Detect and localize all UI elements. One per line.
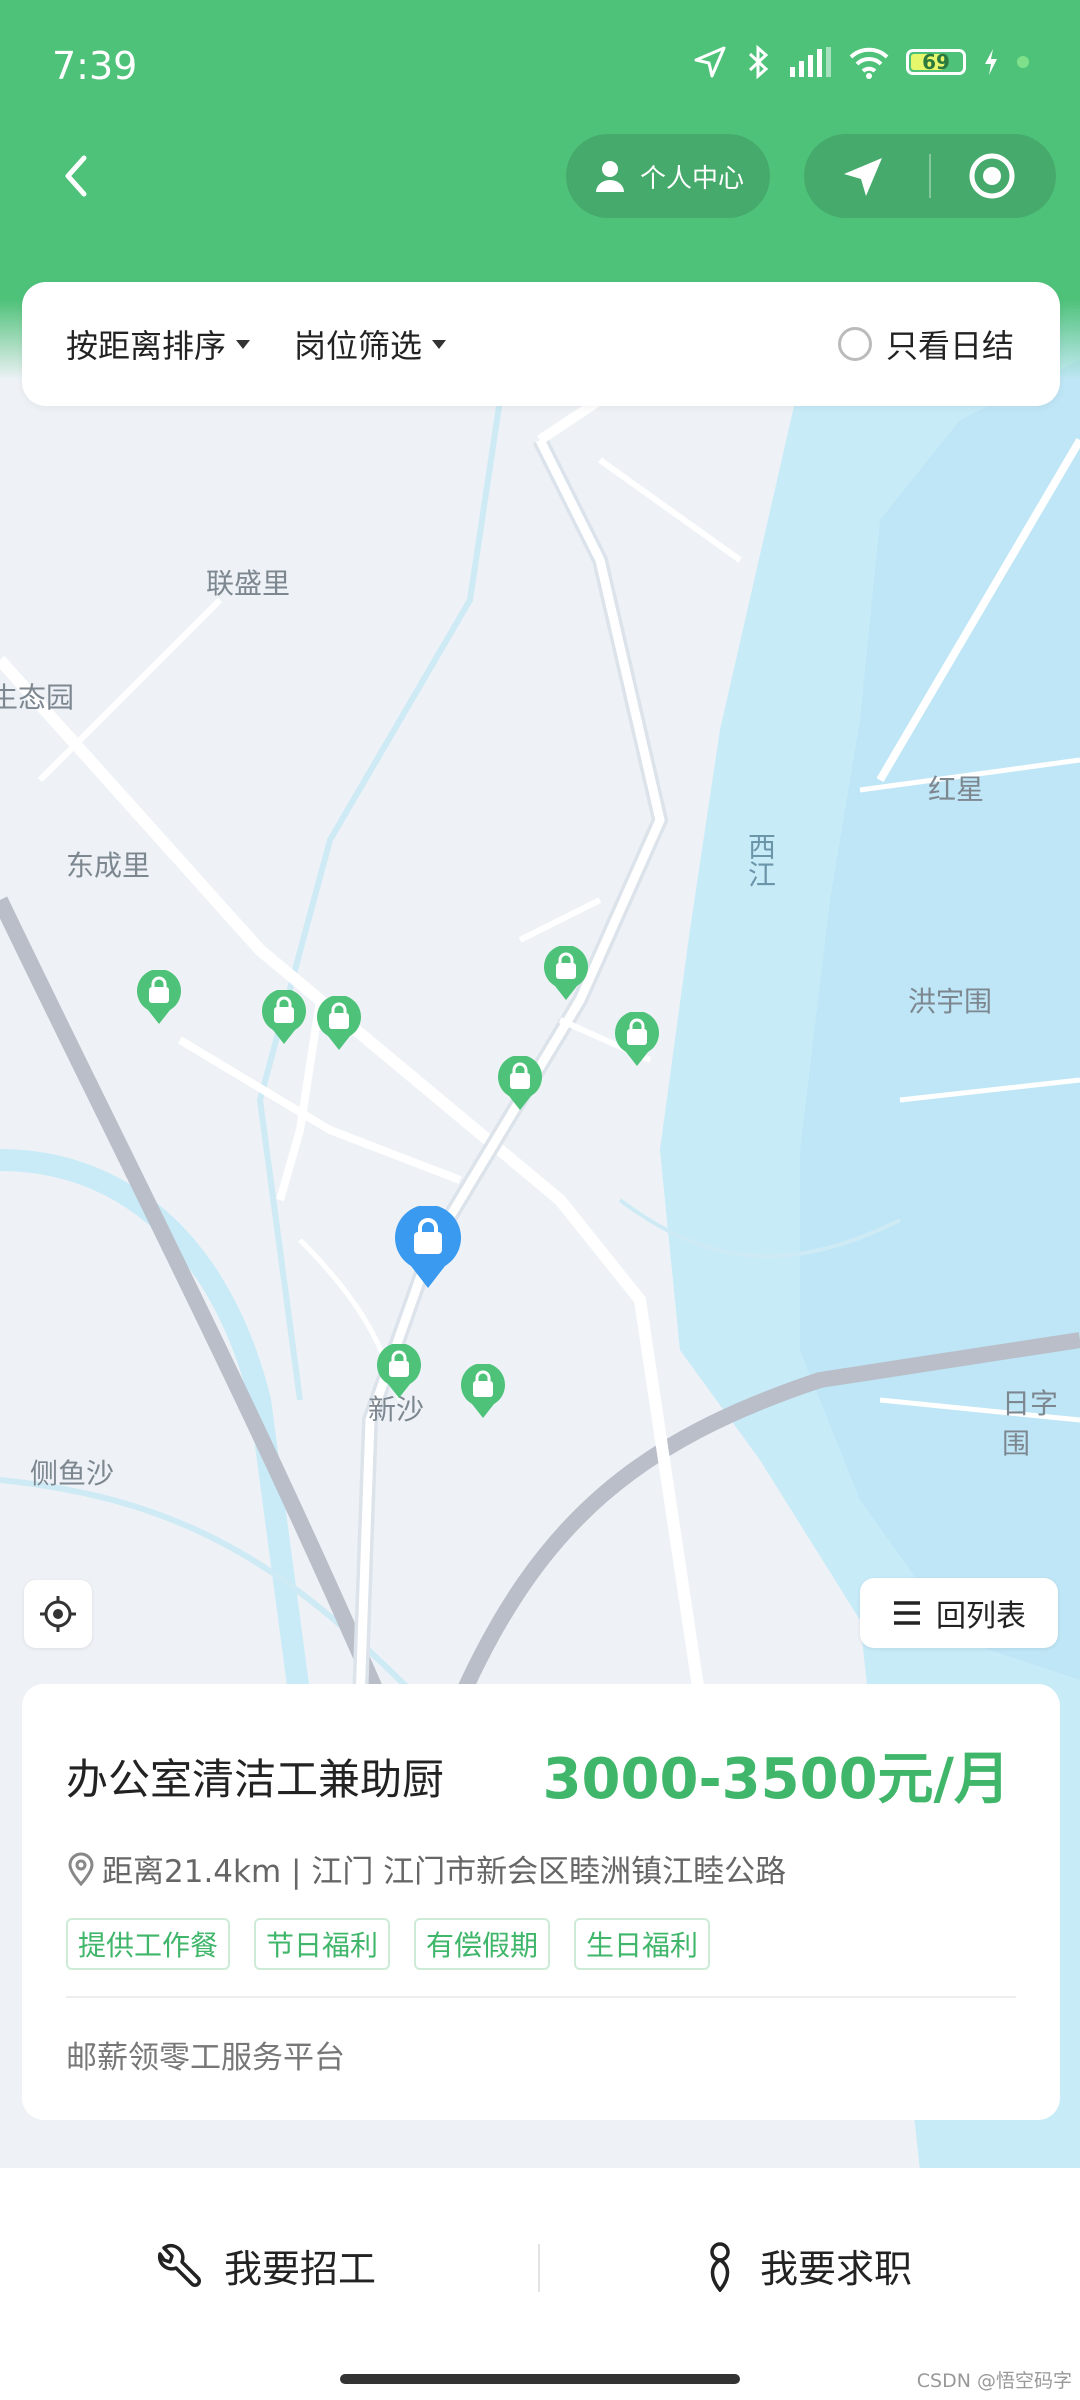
recruit-label: 我要招工 [224, 2247, 377, 2291]
person-icon [710, 2241, 730, 2292]
location-status-icon [694, 46, 726, 78]
map-place-label: 联盛里 [206, 567, 291, 600]
back-button[interactable] [58, 150, 94, 206]
battery-icon: 69 [906, 49, 966, 75]
job-salary: 3000-3500元/月 [542, 1747, 1010, 1812]
bluetooth-icon [748, 44, 769, 80]
map-place-label: 日字围 [1002, 1387, 1059, 1460]
chevron-left-icon [65, 155, 87, 197]
job-pin-icon[interactable] [543, 944, 589, 1006]
watermark: CSDN @悟空码字 [916, 2370, 1072, 2392]
job-platform: 邮薪领零工服务平台 [66, 2040, 345, 2076]
wrench-icon [157, 2243, 201, 2287]
map-place-label: 侧鱼沙 [30, 1457, 115, 1490]
crosshair-icon [40, 1596, 76, 1632]
map-place-label: 洪宇围 [908, 985, 993, 1018]
caret-down-icon [236, 339, 251, 349]
target-circle-icon [969, 153, 1015, 199]
signal-icon [790, 47, 831, 77]
card-divider [66, 1996, 1016, 1998]
sort-label: 按距离排序 [66, 327, 227, 365]
job-tag: 节日福利 [254, 1918, 391, 1970]
map-place-label: 红星 [928, 773, 985, 806]
capsule-divider [929, 154, 931, 198]
job-pin-icon[interactable] [460, 1362, 506, 1424]
job-address: 距离21.4km | 江门 江门市新会区睦洲镇江睦公路 [66, 1846, 786, 1891]
list-icon [894, 1601, 920, 1625]
job-card[interactable]: 办公室清洁工兼助厨 3000-3500元/月 距离21.4km | 江门 江门市… [22, 1684, 1060, 2120]
map-place-label: 东成里 [66, 849, 151, 882]
locate-me-button[interactable] [24, 1580, 92, 1648]
job-seek-label: 我要求职 [760, 2247, 913, 2291]
location-pin-icon [68, 1852, 94, 1886]
only-daily-pay-toggle[interactable]: 只看日结 [837, 321, 1014, 367]
map-river-label: 西江 [744, 832, 777, 888]
status-time: 7:39 [52, 44, 138, 88]
navigation-arrow-icon [844, 158, 882, 196]
job-tag: 有偿假期 [414, 1918, 551, 1970]
job-pin-icon[interactable] [136, 968, 182, 1030]
job-tag: 提供工作餐 [66, 1918, 231, 1970]
close-miniprogram-button[interactable] [968, 152, 1016, 204]
filter-bar: 按距离排序 岗位筛选 只看日结 [22, 282, 1060, 406]
job-seek-button[interactable]: 我要求职 [700, 2238, 912, 2293]
back-to-list-button[interactable]: 回列表 [860, 1578, 1058, 1648]
status-bar: 7:39 69 [0, 0, 1080, 130]
position-filter-label: 岗位筛选 [294, 327, 423, 365]
personal-center-label: 个人中心 [640, 163, 745, 194]
job-pin-icon[interactable] [376, 1342, 422, 1404]
job-pin-icon[interactable] [614, 1010, 660, 1072]
personal-center-button[interactable]: 个人中心 [566, 134, 770, 218]
navigation-button[interactable] [840, 154, 886, 204]
recruit-button[interactable]: 我要招工 [156, 2238, 376, 2293]
map-place-label: 生态园 [0, 681, 75, 714]
user-icon [596, 161, 624, 192]
job-pin-icon[interactable] [316, 994, 362, 1056]
notification-dot-icon [1017, 56, 1029, 68]
job-tag: 生日福利 [574, 1918, 711, 1970]
selected-job-pin-icon[interactable] [393, 1204, 463, 1294]
job-address-text: 距离21.4km | 江门 江门市新会区睦洲镇江睦公路 [102, 1854, 787, 1890]
battery-level: 69 [922, 50, 950, 74]
caret-down-icon [432, 339, 447, 349]
radio-icon [837, 327, 872, 361]
position-filter-dropdown[interactable]: 岗位筛选 [294, 321, 447, 367]
job-title: 办公室清洁工兼助厨 [66, 1755, 445, 1804]
nav-divider [538, 2244, 540, 2292]
wifi-icon [849, 47, 889, 79]
job-pin-icon[interactable] [261, 988, 307, 1050]
job-pin-icon[interactable] [497, 1054, 543, 1116]
charging-icon [985, 49, 997, 75]
job-tags: 提供工作餐 节日福利 有偿假期 生日福利 [66, 1918, 711, 1970]
only-daily-label: 只看日结 [885, 327, 1014, 365]
back-to-list-label: 回列表 [936, 1599, 1026, 1634]
capsule-menu [804, 134, 1056, 218]
sort-by-distance-dropdown[interactable]: 按距离排序 [66, 321, 251, 367]
home-indicator[interactable] [340, 2374, 740, 2384]
